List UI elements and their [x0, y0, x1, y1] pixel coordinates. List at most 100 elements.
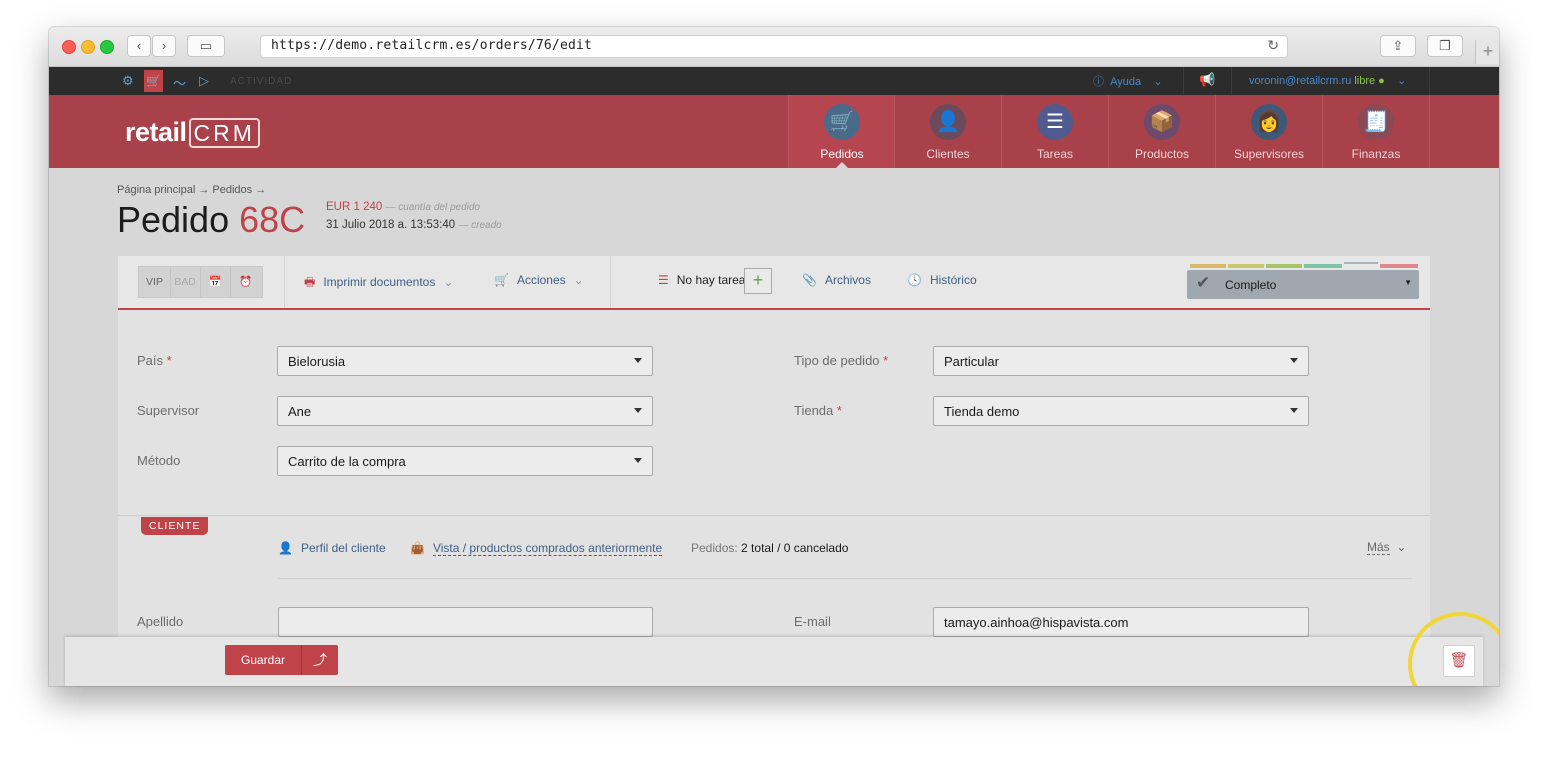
help-menu[interactable]: ⓘ Ayuda ⌄ — [1093, 73, 1163, 89]
client-profile-link[interactable]: 👤 Perfil del cliente — [278, 541, 386, 555]
play-icon[interactable]: ▷ — [199, 73, 209, 89]
save-button[interactable]: Guardar — [225, 645, 301, 675]
store-value: Tienda demo — [944, 404, 1020, 419]
megaphone-icon[interactable]: 📢 — [1199, 72, 1215, 88]
person-icon: 👤 — [930, 104, 966, 140]
analytics-icon[interactable]: 〜 — [173, 73, 186, 92]
nav-finanzas[interactable]: 🧾 Finanzas — [1322, 95, 1430, 168]
close-window-button[interactable] — [62, 40, 76, 54]
chevron-down-icon: ⌄ — [1397, 75, 1407, 87]
divider — [278, 578, 1412, 579]
order-type-select[interactable]: Particular — [933, 346, 1309, 376]
order-status-select[interactable]: ✔ Completo ▼ — [1187, 270, 1419, 299]
order-type-value: Particular — [944, 354, 999, 369]
user-outline-icon: 👤 — [278, 541, 293, 555]
lastname-label: Apellido — [137, 614, 184, 629]
share-button[interactable]: ⇪ — [1380, 35, 1416, 57]
caret-down-icon — [1290, 358, 1298, 363]
supervisor-select[interactable]: Ane — [277, 396, 653, 426]
order-type-label: Tipo de pedido * — [794, 353, 889, 368]
activity-link[interactable]: ACTIVIDAD — [230, 76, 292, 87]
method-value: Carrito de la compra — [288, 454, 406, 469]
actions-label: Acciones — [516, 273, 566, 287]
new-tab-button[interactable]: + — [1475, 40, 1499, 64]
task-list-icon: ☰ — [658, 273, 669, 287]
logo-text: retail — [125, 117, 187, 147]
order-action-bar: VIP BAD 📅 ⏰ 🖶 Imprimir documentos ⌄ 🛒 Accio… — [118, 256, 1430, 310]
country-value: Bielorusia — [288, 354, 346, 369]
print-label: Imprimir documentos — [323, 275, 436, 289]
user-menu[interactable]: voronin@retailcrm.ru libre ● ⌄ — [1249, 74, 1406, 87]
tag-vip[interactable]: VIP — [139, 267, 171, 297]
tabs-overview-button[interactable]: ❐ — [1427, 35, 1463, 57]
sidebar-toggle-button[interactable]: ▭ — [187, 35, 225, 57]
reload-icon[interactable]: ↻ — [1267, 37, 1279, 54]
alarm-icon[interactable]: ⏰ — [230, 267, 261, 297]
files-button[interactable]: 📎 Archivos — [802, 273, 871, 287]
receipt-icon: 🧾 — [1358, 104, 1394, 140]
lastname-input[interactable] — [278, 607, 653, 637]
nav-tareas[interactable]: ☰ Tareas — [1001, 95, 1108, 168]
save-and-exit-button[interactable]: ⤴ — [301, 645, 338, 675]
amount-note: — cuantía del pedido — [385, 202, 480, 213]
method-select[interactable]: Carrito de la compra — [277, 446, 653, 476]
forward-button[interactable]: › — [152, 35, 176, 57]
cart-icon[interactable]: 🛒 — [144, 70, 163, 92]
nav-supervisores[interactable]: 👩 Supervisores — [1215, 95, 1322, 168]
minimize-window-button[interactable] — [81, 40, 95, 54]
method-label: Método — [137, 453, 181, 468]
chevron-down-icon: ⌄ — [573, 273, 584, 287]
email-input[interactable]: tamayo.ainhoa@hispavista.com — [933, 607, 1309, 637]
divider — [1231, 67, 1232, 95]
breadcrumb[interactable]: Página principal → Pedidos → — [117, 184, 266, 196]
tag-bad[interactable]: BAD — [170, 267, 201, 297]
nav-clientes[interactable]: 👤 Clientes — [894, 95, 1001, 168]
print-documents-button[interactable]: 🖶 Imprimir documentos ⌄ — [304, 273, 453, 294]
store-label: Tienda * — [794, 403, 842, 418]
created-value: 31 Julio 2018 a. 13:53:40 — [326, 219, 456, 231]
retailcrm-logo[interactable]: retail CRM — [125, 117, 260, 148]
no-tasks-label: No hay tareas — [676, 273, 752, 287]
status-value: Completo — [1225, 278, 1277, 292]
divider — [610, 256, 611, 308]
back-button[interactable]: ‹ — [127, 35, 151, 57]
store-select[interactable]: Tienda demo — [933, 396, 1309, 426]
order-created: 31 Julio 2018 a. 13:53:40 — creado — [326, 219, 502, 231]
chevron-down-icon: ⌄ — [1396, 540, 1407, 554]
shopping-cart-icon: 🛒 — [824, 104, 860, 140]
purchased-products-link[interactable]: 👜 Vista / productos comprados anteriormen… — [410, 541, 663, 556]
more-toggle[interactable]: Más ⌄ — [1367, 540, 1407, 555]
nav-label: Productos — [1134, 147, 1190, 161]
nav-label: Finanzas — [1351, 147, 1401, 161]
files-label: Archivos — [824, 273, 871, 287]
chevron-left-icon: ‹ — [136, 38, 142, 53]
add-task-button[interactable]: + — [744, 268, 772, 294]
email-label: E-mail — [794, 614, 831, 629]
tasks-status: ☰ No hay tareas — [658, 273, 751, 287]
orders-value: 2 total / 0 cancelado — [741, 541, 849, 555]
gear-icon[interactable]: ⚙ — [122, 73, 134, 89]
actions-button[interactable]: 🛒 Acciones ⌄ — [494, 273, 584, 287]
history-button[interactable]: 🕓 Histórico — [907, 273, 977, 287]
address-bar[interactable]: https://demo.retailcrm.es/orders/76/edit… — [260, 35, 1288, 58]
status-step — [1344, 262, 1378, 264]
caret-down-icon — [634, 458, 642, 463]
status-step — [1304, 264, 1342, 268]
supervisor-value: Ane — [288, 404, 312, 419]
shopping-bag-icon: 👜 — [410, 541, 425, 555]
country-select[interactable]: Bielorusia — [277, 346, 653, 376]
nav-label: Tareas — [1036, 147, 1074, 161]
clock-icon: 🕓 — [907, 273, 922, 287]
divider — [1183, 67, 1184, 95]
nav-label: Pedidos — [820, 147, 864, 161]
order-number: 68C — [239, 199, 306, 240]
nav-pedidos[interactable]: 🛒 Pedidos — [788, 95, 895, 168]
sticky-save-bar: Guardar ⤴ 🗑 — [65, 637, 1483, 686]
nav-productos[interactable]: 📦 Productos — [1108, 95, 1215, 168]
divider — [1429, 67, 1430, 95]
status-step — [1266, 264, 1302, 268]
email-value: tamayo.ainhoa@hispavista.com — [944, 615, 1129, 630]
maximize-window-button[interactable] — [100, 40, 114, 54]
calendar-icon[interactable]: 📅 — [200, 267, 231, 297]
created-note: — creado — [458, 220, 502, 231]
